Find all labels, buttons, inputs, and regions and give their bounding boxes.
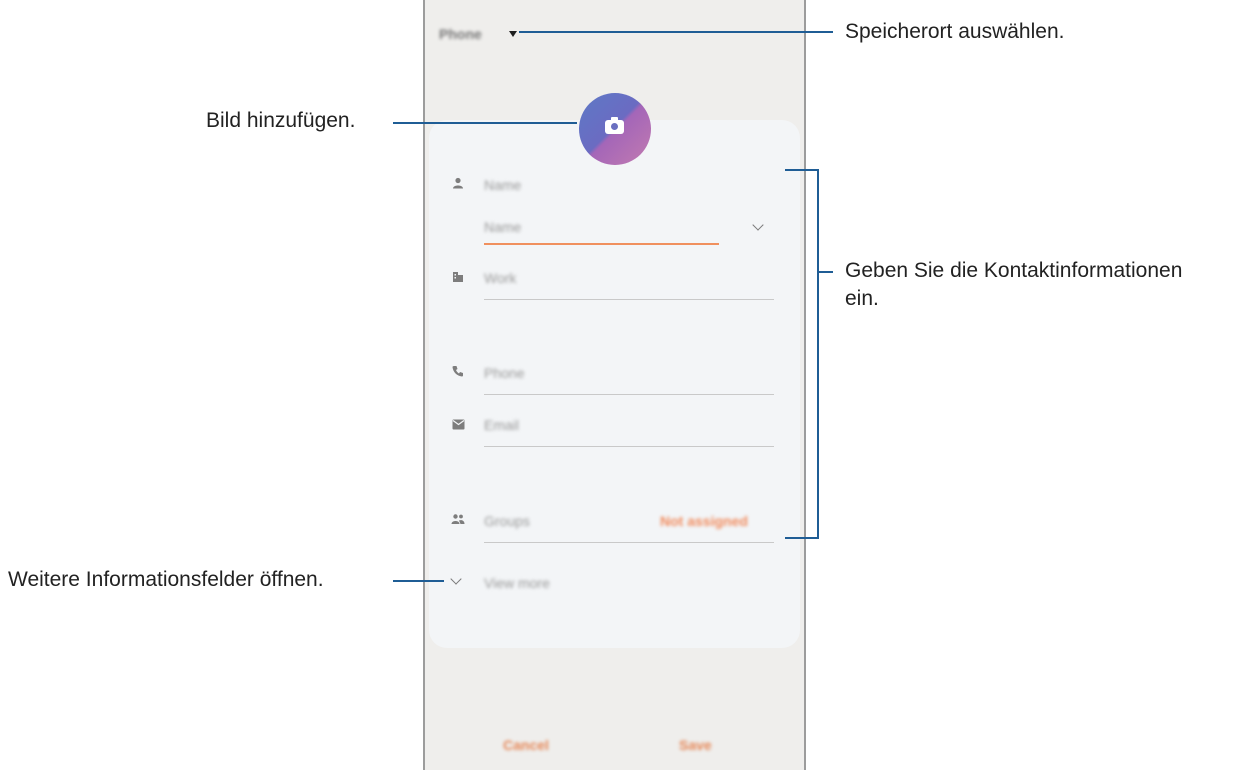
name-input-underline — [484, 243, 719, 245]
bracket-top — [785, 169, 819, 171]
bracket-bottom — [785, 537, 819, 539]
email-underline — [484, 446, 774, 447]
callout-more-fields: Weitere Informationsfelder öffnen. — [8, 568, 324, 591]
view-more-chevron-icon[interactable] — [450, 573, 462, 585]
camera-icon — [605, 117, 624, 134]
contact-form-card: Name Name Work Phone Email Groups Not as… — [429, 120, 800, 648]
work-field[interactable]: Work — [484, 270, 516, 286]
phone-underline — [484, 394, 774, 395]
email-field[interactable]: Email — [484, 417, 519, 433]
callout-contact-info-line2: ein. — [845, 287, 879, 310]
cancel-button[interactable]: Cancel — [503, 737, 549, 753]
view-more-button[interactable]: View more — [484, 575, 550, 591]
phone-field[interactable]: Phone — [484, 365, 524, 381]
groups-underline — [484, 542, 774, 543]
building-icon — [449, 270, 467, 286]
storage-label: Phone — [439, 26, 482, 42]
more-fields-leader-line — [393, 580, 444, 582]
callout-contact-info-line1: Geben Sie die Kontaktinformationen — [845, 259, 1183, 282]
groups-icon — [449, 512, 467, 528]
email-icon — [449, 417, 467, 433]
image-leader-line — [393, 122, 577, 124]
name-field-label: Name — [484, 177, 522, 193]
contact-info-leader-line — [819, 271, 833, 273]
chevron-down-icon[interactable] — [752, 219, 764, 231]
work-underline — [484, 299, 774, 300]
dropdown-arrow-icon[interactable] — [509, 31, 517, 37]
storage-leader-line — [519, 31, 833, 33]
storage-selector[interactable]: Phone — [439, 26, 482, 42]
bracket-vertical — [817, 169, 819, 539]
person-icon — [449, 176, 467, 192]
phone-screen: Phone Name Name Work Phone Email Groups … — [423, 0, 806, 770]
groups-field-label[interactable]: Groups — [484, 513, 530, 529]
save-button[interactable]: Save — [679, 737, 712, 753]
add-image-button[interactable] — [579, 93, 651, 165]
name-input[interactable]: Name — [484, 219, 521, 235]
groups-value[interactable]: Not assigned — [660, 513, 748, 529]
callout-image: Bild hinzufügen. — [206, 109, 356, 132]
phone-icon — [449, 364, 467, 380]
callout-storage: Speicherort auswählen. — [845, 20, 1065, 43]
